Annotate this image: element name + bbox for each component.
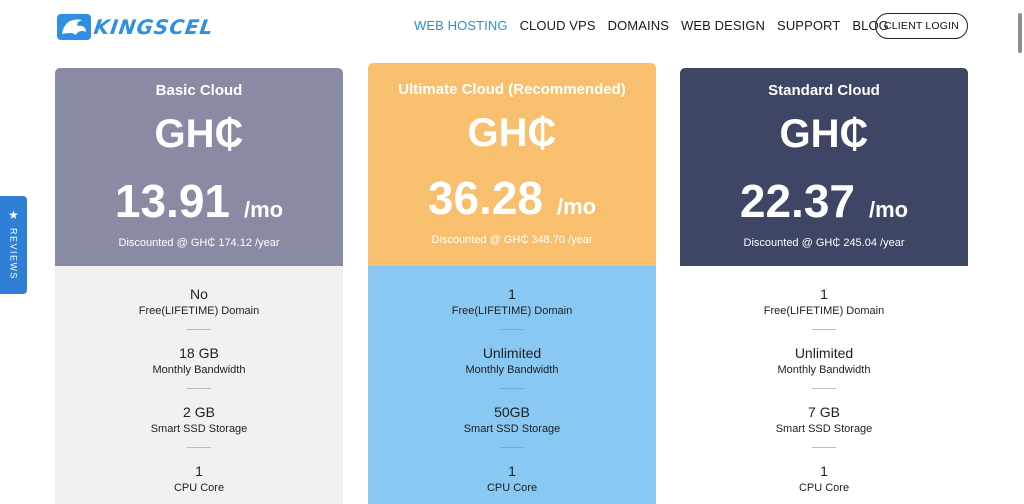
divider [812,388,836,389]
divider [500,447,524,448]
nav-item-domains[interactable]: DOMAINS [608,18,669,33]
feature-value: Unlimited [482,345,542,361]
plan-price: 22.37 [739,175,855,227]
divider [187,447,211,448]
feature-label: Smart SSD Storage [775,423,873,435]
feature-value: 7 GB [808,404,840,420]
divider [812,447,836,448]
feature-cpu: 1 CPU Core [368,463,656,494]
star-icon: ★ [8,208,19,222]
feature-label: Free(LIFETIME) Domain [138,305,260,317]
plan-features: 1 Free(LIFETIME) Domain Unlimited Monthl… [680,266,968,504]
feature-value: 1 [820,463,828,479]
scrollbar-thumb[interactable] [1018,13,1022,53]
nav-item-web-hosting[interactable]: WEB HOSTING [414,18,508,33]
plan-discount: Discounted @ GH₵ 245.04 /year [743,237,905,249]
plan-features: No Free(LIFETIME) Domain 18 GB Monthly B… [55,266,343,504]
lion-logo-icon [57,14,91,40]
feature-domain: No Free(LIFETIME) Domain [55,286,343,317]
nav-item-support[interactable]: SUPPORT [777,18,840,33]
nav-item-cloud-vps[interactable]: CLOUD VPS [520,18,596,33]
divider [500,388,524,389]
divider [500,329,524,330]
feature-value: 1 [195,463,203,479]
plan-price-row: 36.28 /mo [368,171,656,225]
plan-name: Ultimate Cloud (Recommended) [398,81,626,98]
plan-price-row: 13.91 /mo [55,174,343,228]
plan-name: Basic Cloud [155,82,243,99]
plan-currency: GH₵ [779,112,869,156]
feature-label: Free(LIFETIME) Domain [451,305,573,317]
feature-label: Smart SSD Storage [463,423,561,435]
plan-currency: GH₵ [154,112,244,156]
brand-name: KINGSCEL [92,15,216,39]
feature-cpu: 1 CPU Core [680,463,968,494]
feature-value: 2 GB [183,404,215,420]
feature-label: Smart SSD Storage [150,423,248,435]
feature-label: Monthly Bandwidth [465,364,559,376]
feature-bandwidth: 18 GB Monthly Bandwidth [55,345,343,376]
plan-header: Standard Cloud GH₵ 22.37 /mo Discounted … [680,68,968,266]
plan-header: Basic Cloud GH₵ 13.91 /mo Discounted @ G… [55,68,343,266]
feature-bandwidth: Unlimited Monthly Bandwidth [680,345,968,376]
nav-item-web-design[interactable]: WEB DESIGN [681,18,765,33]
feature-bandwidth: Unlimited Monthly Bandwidth [368,345,656,376]
feature-storage: 7 GB Smart SSD Storage [680,404,968,435]
plan-price: 36.28 [427,172,543,224]
divider [187,329,211,330]
feature-value: 18 GB [179,345,219,361]
feature-domain: 1 Free(LIFETIME) Domain [680,286,968,317]
reviews-tab[interactable]: ★ REVIEWS [0,196,27,294]
feature-domain: 1 Free(LIFETIME) Domain [368,286,656,317]
plan-discount: Discounted @ GH₵ 348.70 /year [431,234,593,246]
feature-value: No [190,286,208,302]
feature-storage: 50GB Smart SSD Storage [368,404,656,435]
feature-label: Monthly Bandwidth [152,364,246,376]
feature-label: CPU Core [173,482,225,494]
plan-currency: GH₵ [467,111,557,155]
feature-value: Unlimited [794,345,854,361]
feature-cpu: 1 CPU Core [55,463,343,494]
plan-period: /mo [869,197,909,222]
plan-period: /mo [244,197,284,222]
feature-label: CPU Core [486,482,538,494]
feature-label: Monthly Bandwidth [777,364,871,376]
brand-logo[interactable]: KINGSCEL [56,10,216,44]
site-header: KINGSCEL WEB HOSTING CLOUD VPS DOMAINS W… [0,0,1024,58]
plan-header: Ultimate Cloud (Recommended) GH₵ 36.28 /… [368,63,656,266]
plan-features: 1 Free(LIFETIME) Domain Unlimited Monthl… [368,266,656,504]
divider [812,329,836,330]
plan-card-standard-cloud[interactable]: Standard Cloud GH₵ 22.37 /mo Discounted … [680,68,968,504]
reviews-label: REVIEWS [8,228,19,281]
plan-price: 13.91 [114,175,230,227]
feature-value: 1 [820,286,828,302]
divider [187,388,211,389]
main-nav: WEB HOSTING CLOUD VPS DOMAINS WEB DESIGN… [414,18,901,33]
plan-card-basic-cloud[interactable]: Basic Cloud GH₵ 13.91 /mo Discounted @ G… [55,68,343,504]
plan-price-row: 22.37 /mo [680,174,968,228]
feature-value: 1 [508,286,516,302]
plan-discount: Discounted @ GH₵ 174.12 /year [118,237,280,249]
client-login-button[interactable]: CLIENT LOGIN [875,13,968,39]
feature-value: 1 [508,463,516,479]
page-scrollbar[interactable] [1016,0,1024,504]
plan-name: Standard Cloud [768,82,880,99]
feature-label: Free(LIFETIME) Domain [763,305,885,317]
feature-value: 50GB [494,404,530,420]
feature-label: CPU Core [798,482,850,494]
plan-period: /mo [557,194,597,219]
feature-storage: 2 GB Smart SSD Storage [55,404,343,435]
plan-card-ultimate-cloud[interactable]: Ultimate Cloud (Recommended) GH₵ 36.28 /… [368,63,656,504]
